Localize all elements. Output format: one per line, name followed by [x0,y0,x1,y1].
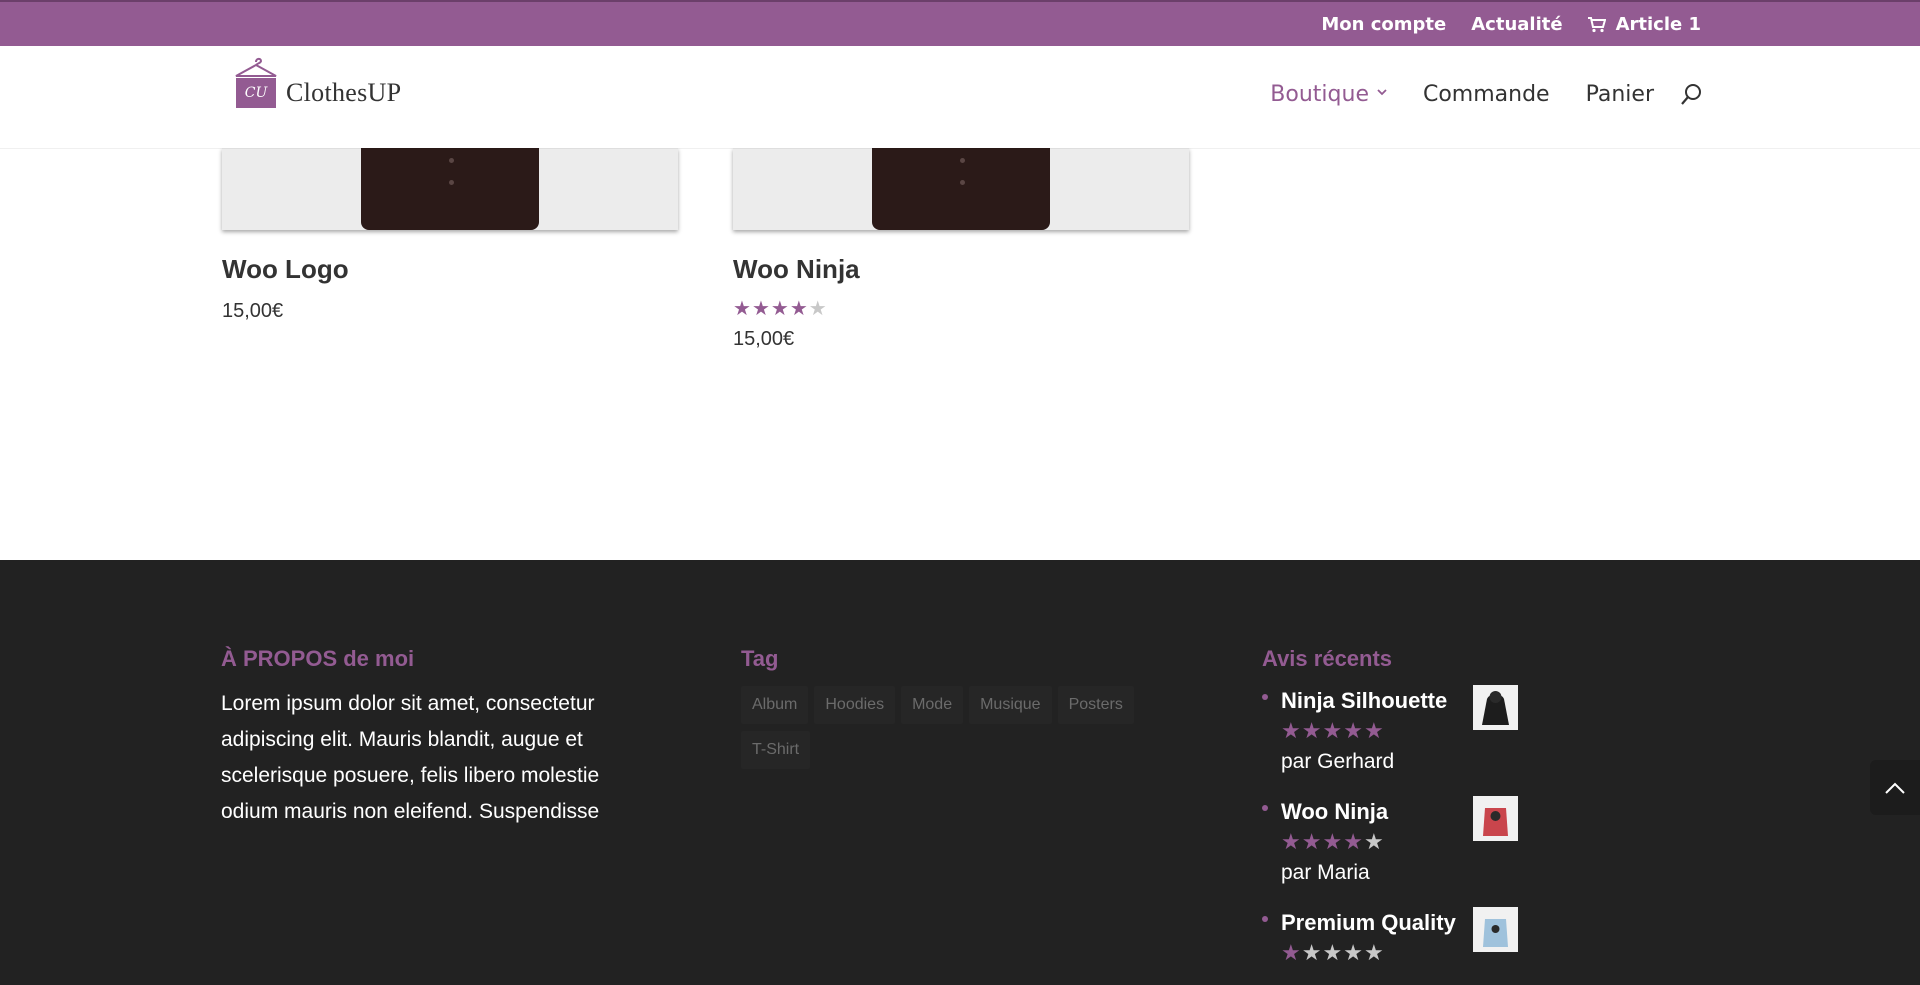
star-icon: ★ [1363,941,1384,966]
cart-icon [1587,16,1606,32]
top-bar-links: Mon compte Actualité Article 1 [1321,14,1701,35]
review-product-link[interactable]: Premium Quality [1281,910,1456,936]
product-title[interactable]: Woo Ninja [733,254,860,285]
nav-item-commande[interactable]: Commande [1423,82,1550,107]
top-bar: Mon compte Actualité Article 1 [0,0,1920,46]
tag-t-shirt[interactable]: T-Shirt [741,731,811,769]
logo-text: ClothesUP [286,78,402,107]
recent-reviews-list: Ninja Silhouette ★ ★ ★ ★ ★ par Gerhard Woo N… [1262,685,1522,985]
product-rating: ★ ★ ★ ★ ★ [733,298,827,318]
star-icon: ★ [1301,719,1322,744]
tags-title: Tag [741,646,779,671]
product-title[interactable]: Woo Logo [222,254,349,285]
tag-posters[interactable]: Posters [1057,686,1134,724]
cart-link[interactable]: Article 1 [1587,14,1701,35]
star-icon: ★ [751,296,770,320]
bullet-icon [1262,805,1268,811]
product-figure [361,148,539,230]
star-icon: ★ [1343,830,1363,855]
star-icon: ★ [1281,719,1301,744]
star-icon: ★ [1343,719,1363,744]
tag-cloud: Album Hoodies Mode Musique Posters T-Shi… [741,686,1161,770]
star-icon: ★ [1281,941,1301,966]
star-icon: ★ [808,296,827,320]
nav-item-label: Commande [1422,82,1550,107]
about-text: Lorem ipsum dolor sit amet, consectetur … [221,692,600,823]
cart-label: Article 1 [1615,14,1701,35]
tag-hoodies[interactable]: Hoodies [814,686,896,724]
star-icon: ★ [1363,830,1384,855]
review-rating: ★ ★ ★ ★ ★ [1281,943,1384,965]
review-rating: ★ ★ ★ ★ ★ [1281,832,1384,854]
main-header: CU ClothesUP Boutique Commande Panier [0,46,1920,148]
main-nav: Boutique Commande Panier [1270,82,1702,107]
product-image[interactable] [222,148,678,230]
logo-monogram: CU [236,78,276,108]
product-image[interactable] [733,148,1189,230]
review-product-thumbnail[interactable] [1473,685,1518,730]
nav-item-label: Panier [1585,82,1654,107]
nav-item-panier[interactable]: Panier [1586,82,1654,107]
review-rating: ★ ★ ★ ★ ★ [1281,721,1384,743]
nav-item-boutique[interactable]: Boutique [1270,82,1387,107]
star-icon: ★ [1322,830,1343,855]
site-footer: À PROPOS de moi Lorem ipsum dolor sit am… [0,560,1920,985]
product-price: 15,00€ [222,300,284,322]
search-icon[interactable] [1680,83,1702,107]
tag-album[interactable]: Album [741,686,809,724]
review-author: par Gerhard [1281,750,1395,773]
star-icon: ★ [770,296,789,320]
product-card[interactable]: Woo Ninja ★ ★ ★ ★ ★ 15,00€ [733,148,1189,350]
review-product-link[interactable]: Woo Ninja [1281,799,1388,825]
review-author: par Maria [1281,861,1370,884]
hanger-logo-icon: CU [226,56,284,116]
product-figure [872,148,1050,230]
nav-item-label: Boutique [1270,82,1369,107]
review-product-thumbnail[interactable] [1473,907,1518,952]
product-price: 15,00€ [733,328,795,350]
star-icon: ★ [1343,941,1363,966]
tag-mode[interactable]: Mode [901,686,964,724]
star-icon: ★ [733,296,751,320]
review-item: Ninja Silhouette ★ ★ ★ ★ ★ par Gerhard [1262,685,1522,799]
site-logo[interactable]: CU ClothesUP [226,56,401,116]
star-icon: ★ [1301,830,1322,855]
star-icon: ★ [1322,941,1343,966]
star-icon: ★ [1322,719,1343,744]
back-to-top-button[interactable] [1870,760,1920,815]
about-title: À PROPOS de moi [221,646,415,671]
star-icon: ★ [1281,830,1301,855]
review-product-link[interactable]: Ninja Silhouette [1281,688,1447,714]
chevron-up-icon [1885,782,1905,794]
reviews-title: Avis récents [1262,646,1393,671]
tag-musique[interactable]: Musique [969,686,1052,724]
bullet-icon [1262,694,1268,700]
review-product-thumbnail[interactable] [1473,796,1518,841]
news-link[interactable]: Actualité [1471,14,1562,35]
bullet-icon [1262,916,1268,922]
star-icon: ★ [1363,719,1384,744]
star-icon: ★ [1301,941,1322,966]
chevron-down-icon [1377,88,1387,95]
star-icon: ★ [789,296,808,320]
review-item: Woo Ninja ★ ★ ★ ★ ★ par Maria [1262,796,1522,910]
product-card[interactable]: Woo Logo 15,00€ [222,148,678,322]
account-link[interactable]: Mon compte [1321,14,1446,35]
review-item: Premium Quality ★ ★ ★ ★ ★ [1262,907,1522,985]
